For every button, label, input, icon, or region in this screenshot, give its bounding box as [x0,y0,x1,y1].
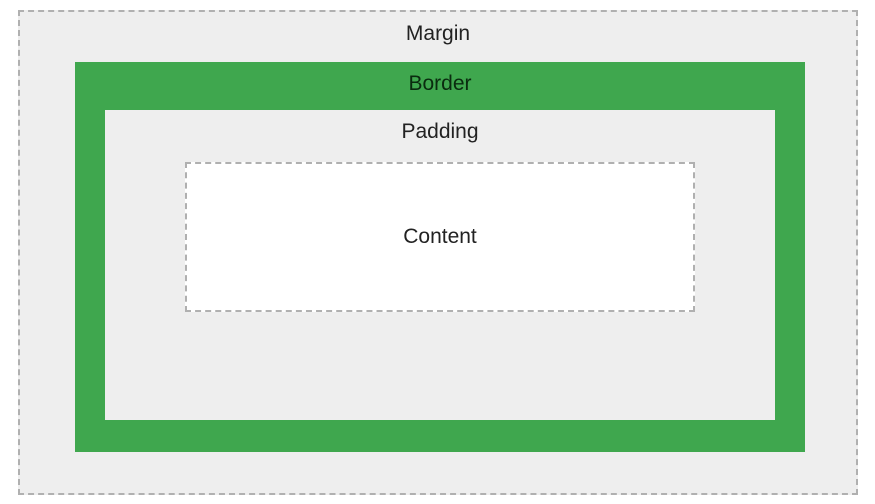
padding-label: Padding [401,120,478,144]
margin-label: Margin [406,22,470,46]
content-label: Content [403,225,477,249]
margin-region: Margin Border Padding Content [18,10,858,495]
padding-region: Padding Content [105,110,775,420]
content-region: Content [185,162,695,312]
border-label: Border [408,72,471,96]
border-region: Border Padding Content [75,62,805,452]
